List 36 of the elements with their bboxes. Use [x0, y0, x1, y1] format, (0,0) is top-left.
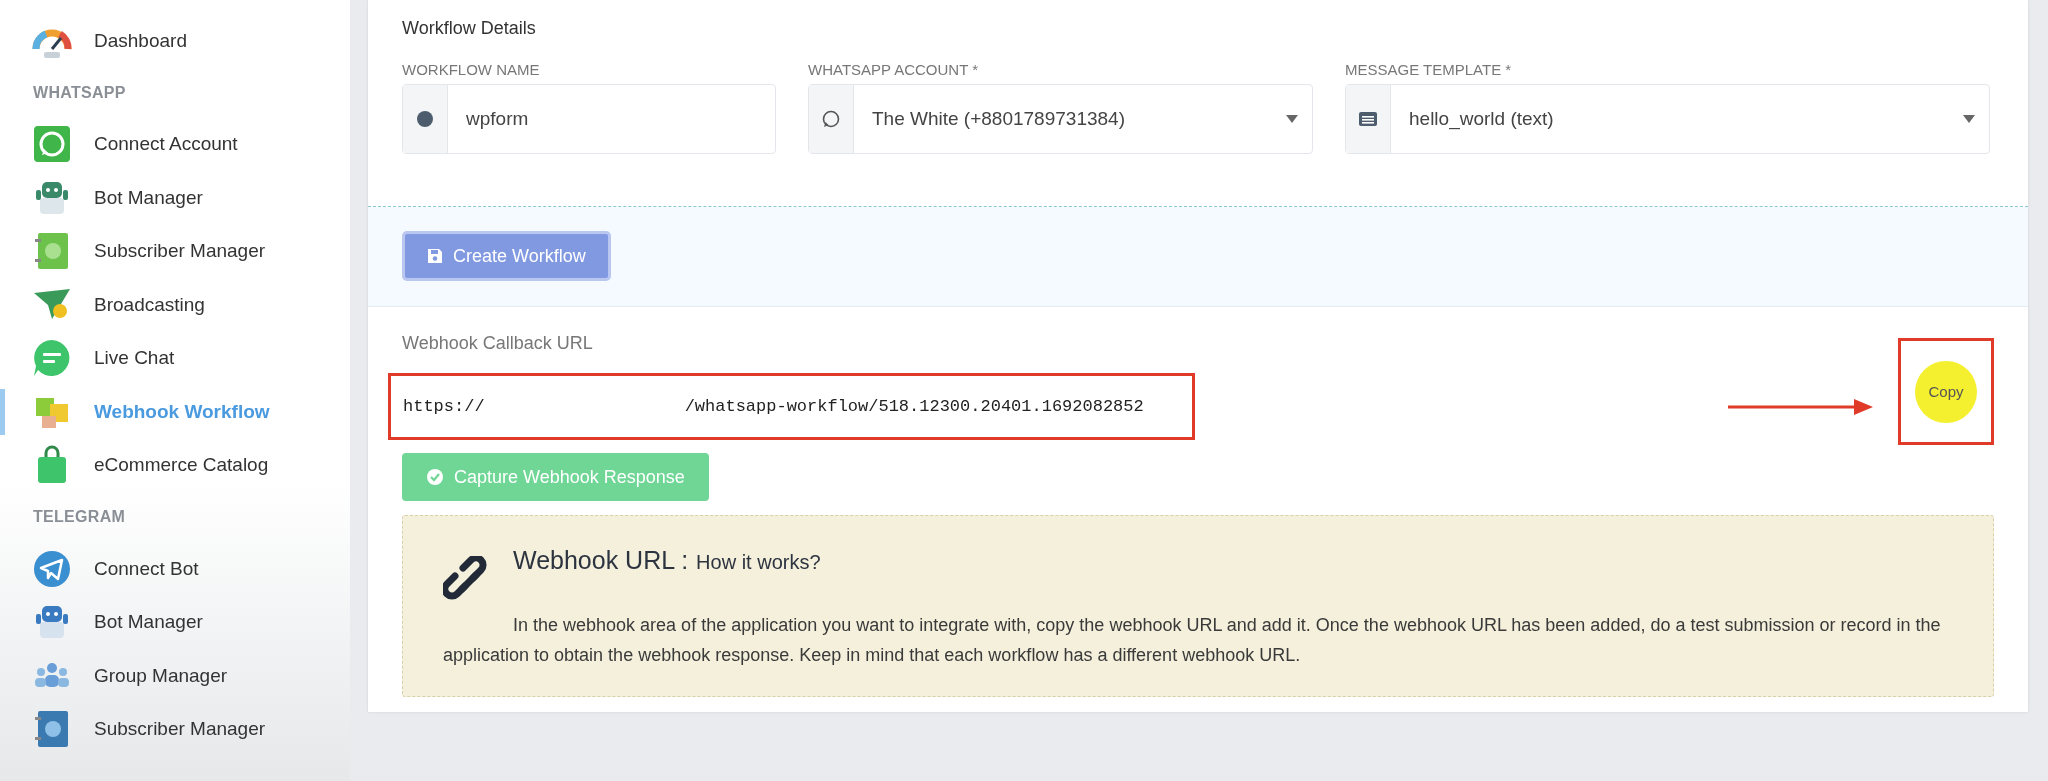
dot-icon [415, 109, 435, 129]
field-label: WHATSAPP ACCOUNT * [808, 61, 980, 78]
url-text: /whatsapp-workflow/518.12300.20401.1692082852 [684, 397, 1144, 416]
caret-icon [1286, 115, 1298, 123]
sidebar-item[interactable]: Group Manager [0, 649, 350, 703]
sidebar-item[interactable]: Subscriber Manager [0, 224, 350, 278]
info-text: In the webhook area of the application you want to integrate with, copy the webhook URL and add it. Once the webhook URL has been added, do a test submission or record in the application to obtain the webhook response. Keep in mind that each workflow has a different webhook URL. [443, 614, 1942, 667]
sidebar-item[interactable]: Bot Manager [0, 595, 350, 649]
sidebar-item[interactable]: Connect Account [0, 117, 350, 171]
chat-icon [32, 338, 72, 379]
sidebar-item[interactable]: Subscriber Manager [0, 702, 350, 756]
field-label: MESSAGE TEMPLATE * [1345, 61, 1513, 78]
sidebar-item[interactable]: Bot Manager [0, 171, 350, 225]
field-label: WORKFLOW NAME [402, 61, 541, 78]
copy-button[interactable]: Copy [1924, 381, 1968, 402]
url-text: https:// [403, 397, 485, 416]
sidebar-item[interactable]: Dashboard [0, 14, 350, 68]
input-field[interactable]: wpform [402, 84, 776, 154]
list-icon [1358, 109, 1378, 129]
section-title: Workflow Details [402, 18, 537, 39]
check-circle-icon [426, 468, 444, 486]
save-icon [427, 248, 443, 264]
chat-bubble-icon [32, 124, 72, 165]
select-field[interactable]: The White (+8801789731384) [808, 84, 1313, 154]
section-title: Webhook Callback URL [401, 333, 594, 354]
select-field[interactable]: hello_world (text) [1345, 84, 1990, 154]
info-subtitle: How it works? [696, 551, 821, 574]
section-header: TELEGRAM [32, 507, 127, 527]
sidebar-item[interactable]: eCommerce Catalog [0, 438, 350, 492]
info-title: Webhook URL : [513, 546, 689, 575]
chat-bubble-icon [821, 109, 841, 129]
section-header: WHATSAPP [32, 82, 127, 103]
sidebar-item[interactable]: Broadcasting [0, 278, 350, 332]
caret-icon [1963, 115, 1975, 123]
sidebar-item[interactable]: Live Chat [0, 331, 350, 385]
sidebar-item[interactable]: Connect Bot [0, 542, 350, 596]
